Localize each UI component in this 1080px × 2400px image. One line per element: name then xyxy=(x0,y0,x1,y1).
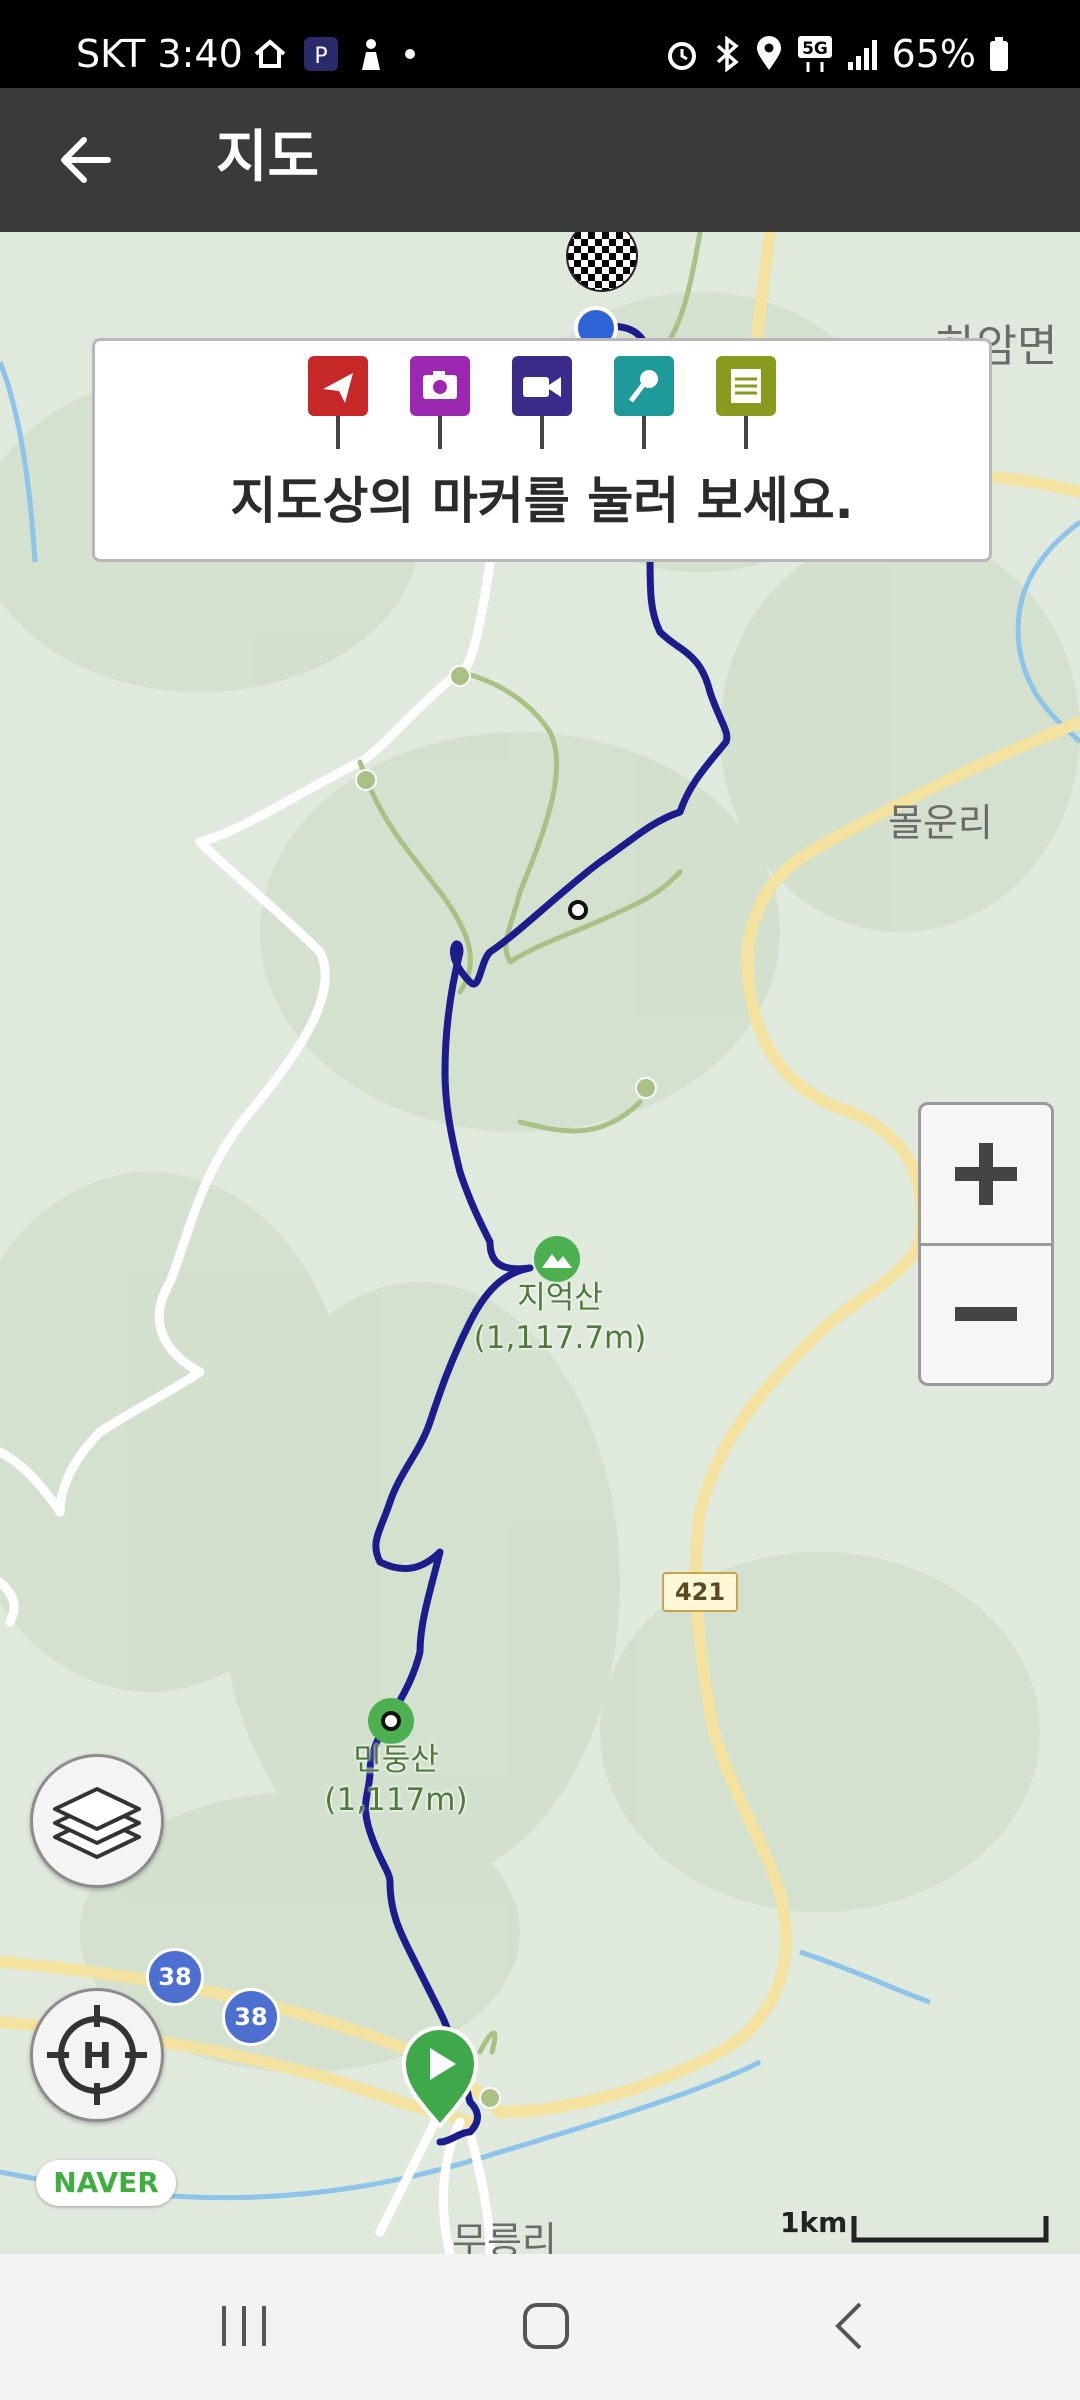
marker-hint-panel: 지도상의 마커를 눌러 보세요. xyxy=(92,338,992,562)
recent-apps-button[interactable] xyxy=(194,2286,294,2366)
place-label-mureungri: 무릉리 xyxy=(452,2219,557,2254)
home-button[interactable] xyxy=(496,2286,596,2366)
marker-type-legend xyxy=(95,355,989,451)
plus-icon xyxy=(955,1143,1017,1205)
zoom-control xyxy=(918,1102,1054,1386)
svg-text:P: P xyxy=(314,44,327,69)
svg-text:5G: 5G xyxy=(802,39,828,59)
finish-flag-marker[interactable] xyxy=(560,232,644,352)
microphone-marker-icon xyxy=(614,356,674,449)
zoom-in-button[interactable] xyxy=(921,1105,1051,1246)
direction-marker-icon xyxy=(308,356,368,449)
minus-icon xyxy=(955,1307,1017,1321)
dot-notification-icon xyxy=(405,49,415,59)
memo-marker-icon xyxy=(716,356,776,449)
status-carrier-time: SKT 3:40 xyxy=(76,32,243,76)
signal-icon xyxy=(847,40,877,70)
notification-icons: P xyxy=(252,34,418,74)
alarm-icon xyxy=(667,42,696,70)
road-number-421: 421 xyxy=(662,1572,738,1612)
place-label-moulunri: 몰운리 xyxy=(888,801,993,845)
mountain-peak-icon[interactable] xyxy=(532,1234,582,1284)
home-notification-icon xyxy=(254,39,286,68)
status-bar: SKT 3:40 P 5G 65% xyxy=(0,0,1080,88)
crosshair-h-icon: H xyxy=(47,2005,147,2105)
map-scale-bar: 1km xyxy=(780,2206,1060,2246)
page-title: 지도 xyxy=(216,125,320,190)
svg-text:H: H xyxy=(82,2036,112,2077)
naver-logo[interactable]: NAVER xyxy=(36,2160,176,2206)
start-marker[interactable] xyxy=(398,2022,482,2130)
system-nav-bar xyxy=(0,2254,1080,2400)
home-icon xyxy=(523,2303,569,2349)
road-number-38: 38 xyxy=(222,1988,280,2046)
layers-icon xyxy=(53,1787,141,1859)
mountain-peak-icon[interactable] xyxy=(366,1696,416,1746)
chevron-left-icon xyxy=(835,2302,862,2350)
location-icon xyxy=(756,36,781,70)
locate-button[interactable]: H xyxy=(30,1988,164,2122)
battery-icon xyxy=(990,37,1008,71)
peak-label-mindungsan: 민둥산 (1,117m) xyxy=(324,1742,468,1818)
marker-hint-text: 지도상의 마커를 눌러 보세요. xyxy=(230,472,854,530)
map-layers-button[interactable] xyxy=(30,1754,164,1888)
zoom-out-button[interactable] xyxy=(921,1245,1051,1383)
recent-apps-icon xyxy=(222,2306,266,2346)
bluetooth-icon xyxy=(716,36,739,72)
peak-label-jieoksan: 지억산 (1,117.7m) xyxy=(473,1280,647,1356)
scale-ruler xyxy=(851,2216,1049,2243)
arrow-left-icon xyxy=(61,137,111,183)
scale-label: 1km xyxy=(780,2206,848,2239)
app-bar: 지도 xyxy=(0,88,1080,232)
system-status-icons: 5G 65% xyxy=(664,34,1010,74)
back-button[interactable] xyxy=(50,120,130,200)
back-nav-button[interactable] xyxy=(800,2286,900,2366)
network-5g-icon: 5G xyxy=(797,36,832,72)
video-marker-icon xyxy=(512,356,572,449)
camera-marker-icon xyxy=(410,356,470,449)
figure-notification-icon xyxy=(362,39,380,70)
map-view[interactable]: 지억산 (1,117.7m) 민둥산 (1,117m) 하암면 몰운리 무릉리 … xyxy=(0,232,1080,2254)
battery-percent: 65% xyxy=(891,32,976,76)
app-notification-icon: P xyxy=(304,37,338,71)
